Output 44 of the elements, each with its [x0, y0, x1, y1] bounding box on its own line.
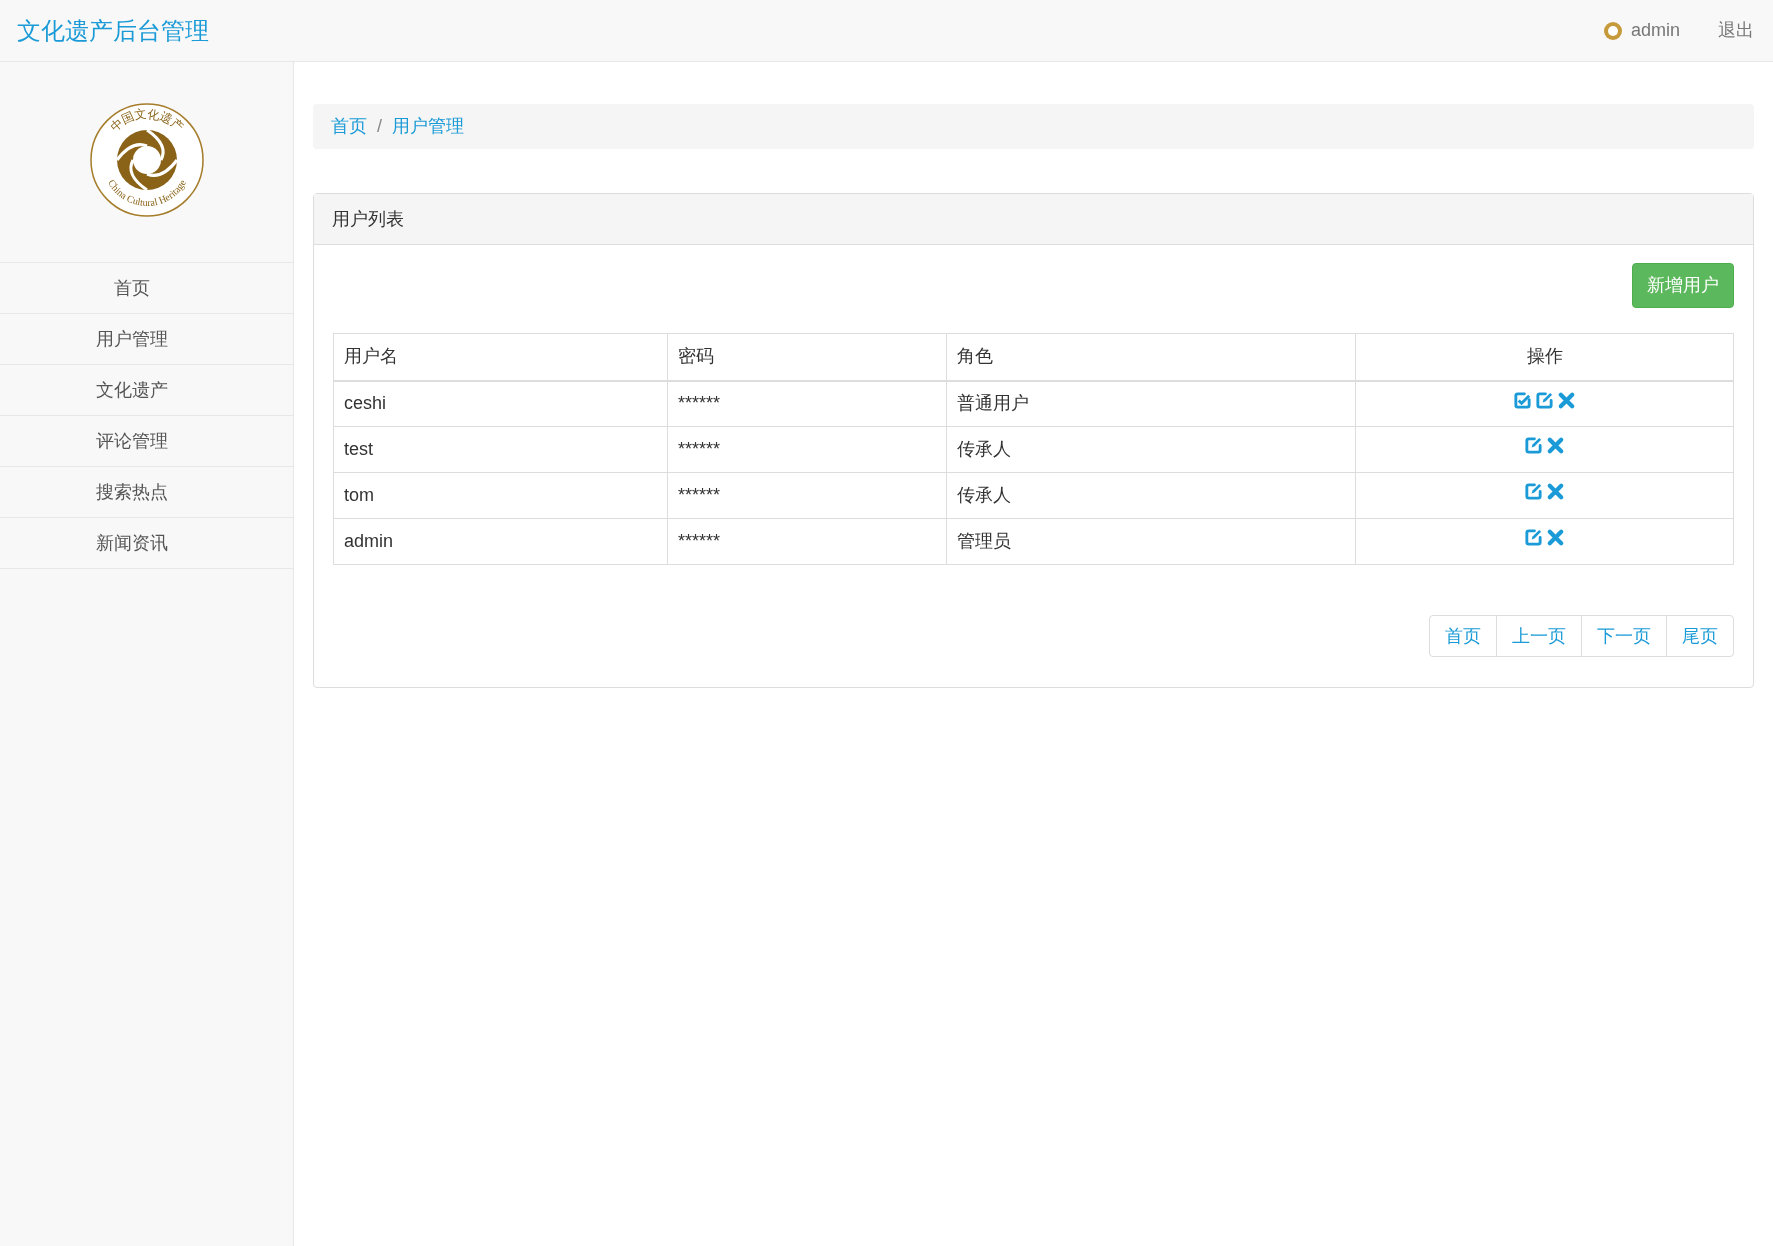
table-cell: ******: [667, 380, 947, 427]
column-header: 用户名: [333, 333, 668, 381]
table-cell: ******: [667, 426, 947, 473]
table-cell: 传承人: [946, 472, 1356, 519]
table-cell: 普通用户: [946, 380, 1356, 427]
avatar-icon: [1602, 20, 1623, 41]
delete-icon[interactable]: [1545, 435, 1566, 456]
table-cell: 传承人: [946, 426, 1356, 473]
sidebar-item[interactable]: 首页: [0, 263, 293, 314]
add-user-button[interactable]: 新增用户: [1632, 263, 1734, 308]
logout-link[interactable]: 退出: [1718, 17, 1754, 44]
table-cell: ******: [667, 518, 947, 565]
sidebar-item[interactable]: 文化遗产: [0, 365, 293, 416]
table-cell: 管理员: [946, 518, 1356, 565]
column-header: 操作: [1355, 333, 1734, 381]
panel-title: 用户列表: [332, 207, 404, 231]
column-header: 密码: [667, 333, 947, 381]
table-cell: test: [333, 426, 668, 473]
table-cell: tom: [333, 472, 668, 519]
delete-icon[interactable]: [1545, 527, 1566, 548]
breadcrumb-link[interactable]: 首页: [331, 113, 367, 140]
user-name[interactable]: admin: [1630, 17, 1680, 44]
brand-title[interactable]: 文化遗产后台管理: [17, 12, 209, 49]
approve-icon[interactable]: [1512, 390, 1533, 410]
table-cell: ******: [667, 472, 947, 519]
edit-icon[interactable]: [1523, 435, 1544, 456]
page-link[interactable]: 首页: [1429, 615, 1497, 657]
edit-icon[interactable]: [1523, 527, 1544, 548]
page-link[interactable]: 下一页: [1581, 615, 1667, 657]
table-cell: admin: [333, 518, 668, 565]
breadcrumb-separator: /: [377, 115, 382, 138]
delete-icon[interactable]: [1556, 390, 1577, 410]
edit-icon[interactable]: [1534, 390, 1555, 410]
sidebar-item[interactable]: 用户管理: [0, 314, 293, 365]
sidebar-item[interactable]: 新闻资讯: [0, 518, 293, 569]
sidebar-item[interactable]: 评论管理: [0, 416, 293, 467]
column-header: 角色: [946, 333, 1356, 381]
edit-icon[interactable]: [1523, 481, 1544, 502]
sidebar-item[interactable]: 搜索热点: [0, 467, 293, 518]
page-link[interactable]: 尾页: [1666, 615, 1734, 657]
table-cell: ceshi: [333, 380, 668, 427]
page-link[interactable]: 上一页: [1496, 615, 1582, 657]
delete-icon[interactable]: [1545, 481, 1566, 502]
breadcrumb-link[interactable]: 用户管理: [392, 113, 464, 140]
